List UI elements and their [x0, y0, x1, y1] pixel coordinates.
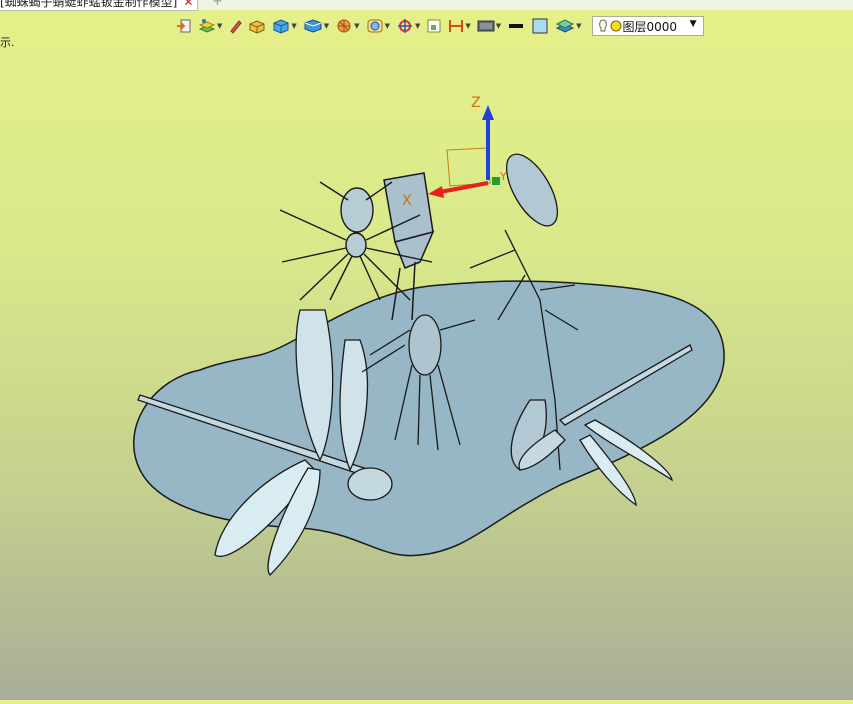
dimension-button[interactable]: ▼	[446, 15, 472, 37]
chevron-down-icon: ▼	[576, 22, 582, 30]
layer-stack-icon	[556, 19, 575, 33]
document-tab-title: [蜘蛛蝎子蜻蜓蚱蜢钣金制作模型]	[0, 0, 178, 9]
cube-icon	[273, 19, 289, 34]
layer-select-value: 图层0000	[622, 19, 678, 34]
box-solid-icon	[249, 20, 265, 34]
document-tab-bar: [蜘蛛蝎子蜻蜓蚱蜢钣金制作模型] ✕ +	[0, 0, 853, 11]
export-icon	[177, 19, 191, 33]
chevron-down-icon: ▼	[689, 19, 697, 29]
fit-view-button[interactable]	[424, 15, 444, 37]
fit-view-icon	[427, 19, 441, 33]
dimension-icon	[449, 20, 464, 32]
chevron-down-icon: ▼	[384, 22, 390, 30]
chevron-down-icon: ▼	[354, 22, 360, 30]
fill-color-swatch	[532, 18, 548, 34]
display-mode-icon	[367, 19, 383, 33]
pen-icon	[230, 20, 243, 34]
x-axis-label: X	[402, 193, 412, 209]
snap-icon	[397, 19, 412, 33]
close-tab-icon[interactable]: ✕	[183, 0, 193, 9]
y-axis-label: Y	[499, 170, 507, 183]
render-style-button[interactable]: ▼	[333, 15, 361, 37]
line-color-swatch	[509, 24, 524, 28]
chevron-down-icon: ▼	[465, 22, 471, 30]
render-style-icon	[337, 19, 351, 33]
chevron-down-icon: ▼	[323, 22, 330, 30]
layers-manage-icon	[198, 19, 216, 33]
chevron-down-icon: ▼	[414, 22, 421, 30]
document-tab[interactable]: [蜘蛛蝎子蜻蜓蚱蜢钣金制作模型] ✕	[0, 0, 199, 11]
display-settings-button[interactable]: ▼	[475, 15, 503, 37]
layer-color-dot-icon	[610, 20, 622, 32]
lightbulb-icon	[598, 19, 607, 32]
layer-stack-button[interactable]: ▼	[553, 15, 583, 37]
cube-button[interactable]: ▼	[270, 15, 298, 37]
pen-button[interactable]	[226, 15, 244, 37]
box-solid-button[interactable]	[246, 15, 268, 37]
fill-color-button[interactable]	[529, 15, 551, 37]
line-color-button[interactable]	[505, 15, 527, 37]
y-axis-marker	[492, 177, 500, 185]
x-axis-arrow	[439, 181, 489, 194]
layer-select[interactable]: 图层0000 ▼	[591, 16, 704, 36]
view-orient-button[interactable]: ▼	[301, 15, 331, 37]
display-settings-icon	[477, 20, 495, 32]
chevron-down-icon: ▼	[495, 22, 502, 30]
snap-button[interactable]: ▼	[394, 15, 422, 37]
add-tab-icon[interactable]: +	[212, 0, 223, 9]
chevron-down-icon: ▼	[291, 22, 297, 30]
view-toolbar: ▼ ▼ ▼ ▼ ▼ ▼ ▼ ▼ ▼ 图层0000 ▼	[174, 14, 704, 38]
view-orient-icon	[304, 19, 322, 33]
chevron-down-icon: ▼	[217, 22, 223, 30]
display-mode-button[interactable]: ▼	[364, 15, 392, 37]
layers-manage-button[interactable]: ▼	[196, 15, 224, 37]
3d-viewport[interactable]: Z X Y	[0, 40, 853, 700]
model-canvas: Z X Y	[133, 95, 725, 576]
export-button[interactable]	[174, 15, 194, 37]
z-axis-label: Z	[471, 95, 481, 111]
